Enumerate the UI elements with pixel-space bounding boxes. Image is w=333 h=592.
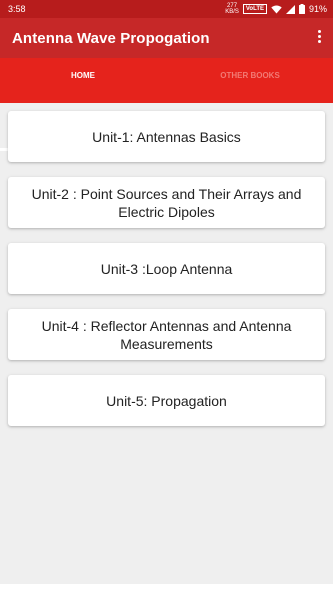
battery-icon [298,4,305,14]
unit-card-2[interactable]: Unit-2 : Point Sources and Their Arrays … [8,177,325,228]
status-icons: 277 KB/S VoLTE 91% [225,2,327,16]
app-title: Antenna Wave Propogation [12,30,210,47]
menu-dot [317,30,321,33]
tab-other-books[interactable]: OTHER BOOKS [167,58,333,103]
tab-home[interactable]: HOME [0,58,166,103]
network-speed-unit: KB/S [225,9,239,15]
menu-dot [317,35,321,38]
unit-card-4[interactable]: Unit-4 : Reflector Antennas and Antenna … [8,309,325,360]
battery-percent: 91% [308,4,327,14]
more-vert-icon[interactable] [315,30,323,46]
menu-dot [317,40,321,43]
status-time: 3:58 [8,4,26,14]
signal-icon [285,4,295,14]
wifi-icon [271,5,282,14]
unit-card-3[interactable]: Unit-3 :Loop Antenna [8,243,325,294]
unit-card-5[interactable]: Unit-5: Propagation [8,375,325,426]
network-speed: 277 KB/S [225,3,239,15]
tab-bar: HOME OTHER BOOKS [0,58,333,151]
app-bar: Antenna Wave Propogation [0,18,333,58]
unit-card-1[interactable]: Unit-1: Antennas Basics [8,111,325,162]
bottom-strip [0,584,333,592]
volte-badge: VoLTE [242,4,267,14]
status-bar: 3:58 277 KB/S VoLTE 91% [0,0,333,18]
